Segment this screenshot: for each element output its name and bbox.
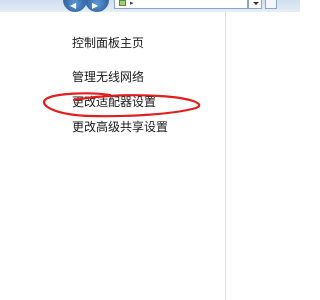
sidebar-item-control-panel-home[interactable]: 控制面板主页	[72, 35, 144, 51]
task-pane-sidebar	[0, 12, 225, 300]
control-panel-window: ◀ ▶ ▸ 控制面板主页 管理无线网络 更改适配器设置 更改高级共享设置	[0, 0, 300, 300]
back-arrow-icon: ◀	[70, 1, 77, 10]
back-button[interactable]: ◀	[63, 0, 87, 12]
chevron-down-icon	[253, 2, 259, 5]
control-panel-icon	[119, 0, 126, 6]
breadcrumb-separator[interactable]: ▸	[130, 0, 134, 7]
sidebar-item-change-advanced-sharing-settings[interactable]: 更改高级共享设置	[72, 119, 168, 135]
address-bar[interactable]: ▸	[114, 0, 248, 9]
forward-button[interactable]: ▶	[85, 0, 109, 12]
sidebar-item-manage-wireless-networks[interactable]: 管理无线网络	[72, 69, 144, 85]
main-content-area	[226, 12, 300, 300]
window-toolbar: ◀ ▶ ▸	[0, 0, 300, 12]
forward-arrow-icon: ▶	[92, 1, 99, 10]
sidebar-item-change-adapter-settings[interactable]: 更改适配器设置	[72, 94, 156, 110]
address-history-button[interactable]	[248, 0, 262, 9]
refresh-button[interactable]	[265, 0, 277, 9]
